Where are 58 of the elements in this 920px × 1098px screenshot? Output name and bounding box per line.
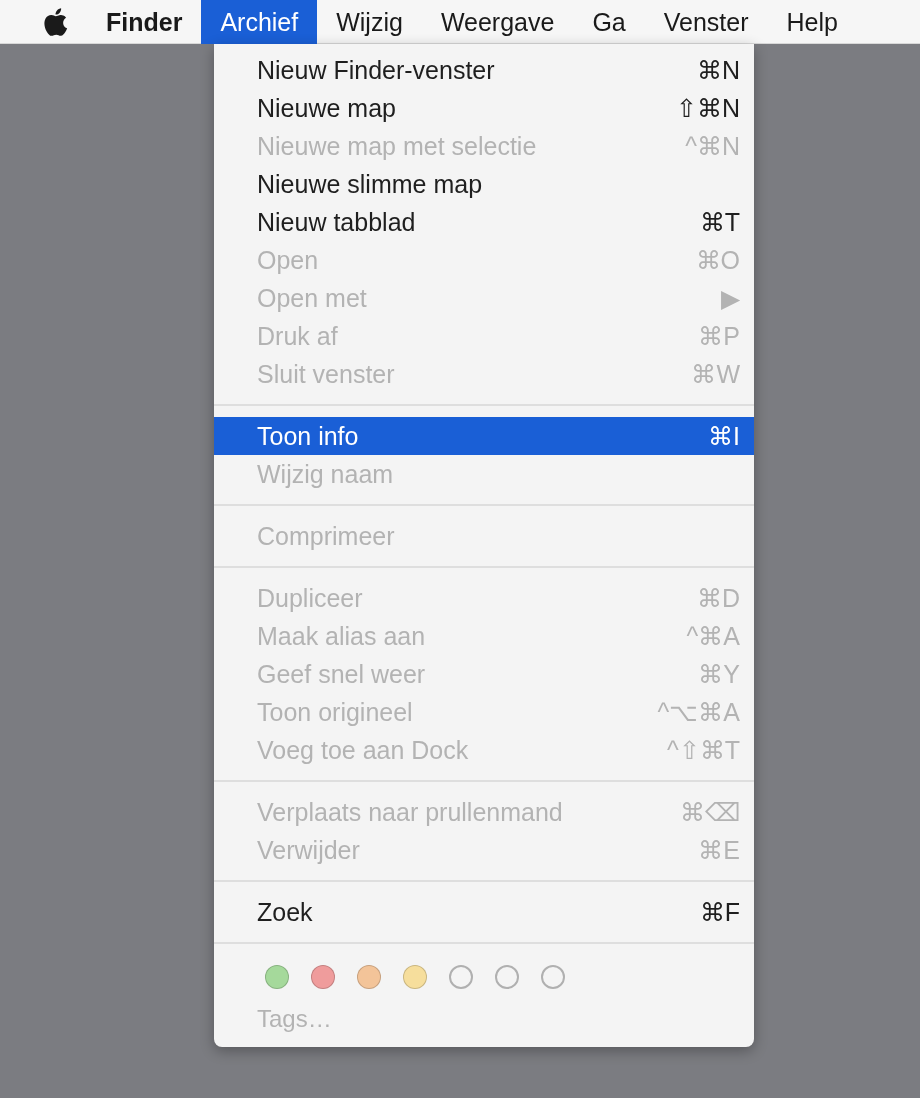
empty-tag-circle[interactable]: [541, 965, 565, 989]
menu-item-label: Wijzig naam: [257, 459, 394, 489]
shortcut-label: ▶: [721, 283, 740, 313]
menu-bar-item[interactable]: Help: [767, 0, 857, 44]
menu-item-label: Nieuw tabblad: [257, 207, 416, 237]
tag-dot[interactable]: [265, 965, 289, 989]
menu-item-label: Maak alias aan: [257, 621, 426, 651]
menu-bar-item[interactable]: Wijzig: [317, 0, 422, 44]
menu-item[interactable]: Nieuwe map ⇧⌘N: [214, 89, 754, 127]
tag-dot[interactable]: [403, 965, 427, 989]
menu-item-label: Nieuwe map met selectie: [257, 131, 537, 161]
apple-icon[interactable]: [42, 6, 68, 37]
shortcut-label: ⌘N: [696, 55, 740, 85]
menu-bar-item[interactable]: Venster: [644, 0, 768, 44]
menu-item-label: Druk af: [257, 321, 338, 351]
menu-item-label: Geef snel weer: [257, 659, 426, 689]
menu-item[interactable]: Toon info ⌘I: [214, 417, 754, 455]
shortcut-label: ⌘T: [699, 207, 740, 237]
menu-item-label: Open met: [257, 283, 367, 313]
menu-item[interactable]: Nieuw Finder-venster ⌘N: [214, 51, 754, 89]
shortcut-label: ^⌘A: [686, 621, 740, 651]
shortcut-label: ^⌘N: [685, 131, 740, 161]
shortcut-label: ⌘D: [696, 583, 740, 613]
shortcut-label: ⌘⌫: [680, 797, 740, 827]
menu-item-label: Sluit venster: [257, 359, 395, 389]
tag-dot[interactable]: [357, 965, 381, 989]
shortcut-label: ⌘I: [708, 421, 740, 451]
menu-bar-item[interactable]: Ga: [573, 0, 645, 44]
tag-dot[interactable]: [311, 965, 335, 989]
menu-item-label: Open: [257, 245, 319, 275]
shortcut-label: ⌘F: [699, 897, 740, 927]
menu-item-label: Dupliceer: [257, 583, 363, 613]
shortcut-label: ⌘Y: [698, 659, 740, 689]
menu-item-label: Nieuw Finder-venster: [257, 55, 495, 85]
empty-tag-circle[interactable]: [495, 965, 519, 989]
shortcut-label: ⌘E: [698, 835, 740, 865]
shortcut-label: ^⇧⌘T: [667, 735, 740, 765]
menu-item-label: Verwijder: [257, 835, 360, 865]
shortcut-label: ⌘W: [691, 359, 740, 389]
menu-item-label: Toon info: [257, 421, 359, 451]
shortcut-label: ⇧⌘N: [675, 93, 740, 123]
menu-item-label: Nieuwe slimme map: [257, 169, 483, 199]
menu-bar-item[interactable]: Archief: [201, 0, 318, 44]
menu-item[interactable]: Nieuw tabblad ⌘T: [214, 203, 754, 241]
menu-bar-item[interactable]: Finder: [87, 0, 202, 44]
menu-item-label: Zoek: [257, 897, 313, 927]
menu-item[interactable]: Zoek ⌘F: [214, 893, 754, 931]
shortcut-label: ⌘O: [695, 245, 740, 275]
menu-item-label: Voeg toe aan Dock: [257, 735, 469, 765]
menu-item-label: Toon origineel: [257, 697, 413, 727]
shortcut-label: ^⌥⌘A: [657, 697, 740, 727]
menu-item[interactable]: Nieuwe slimme map: [214, 165, 754, 203]
menu-bar-item[interactable]: Weergave: [421, 0, 574, 44]
menu-item-label: Verplaats naar prullenmand: [257, 797, 563, 827]
menu-item-label: Nieuwe map: [257, 93, 396, 123]
empty-tag-circle[interactable]: [449, 965, 473, 989]
menu-item-label: Comprimeer: [257, 521, 395, 551]
shortcut-label: ⌘P: [698, 321, 740, 351]
